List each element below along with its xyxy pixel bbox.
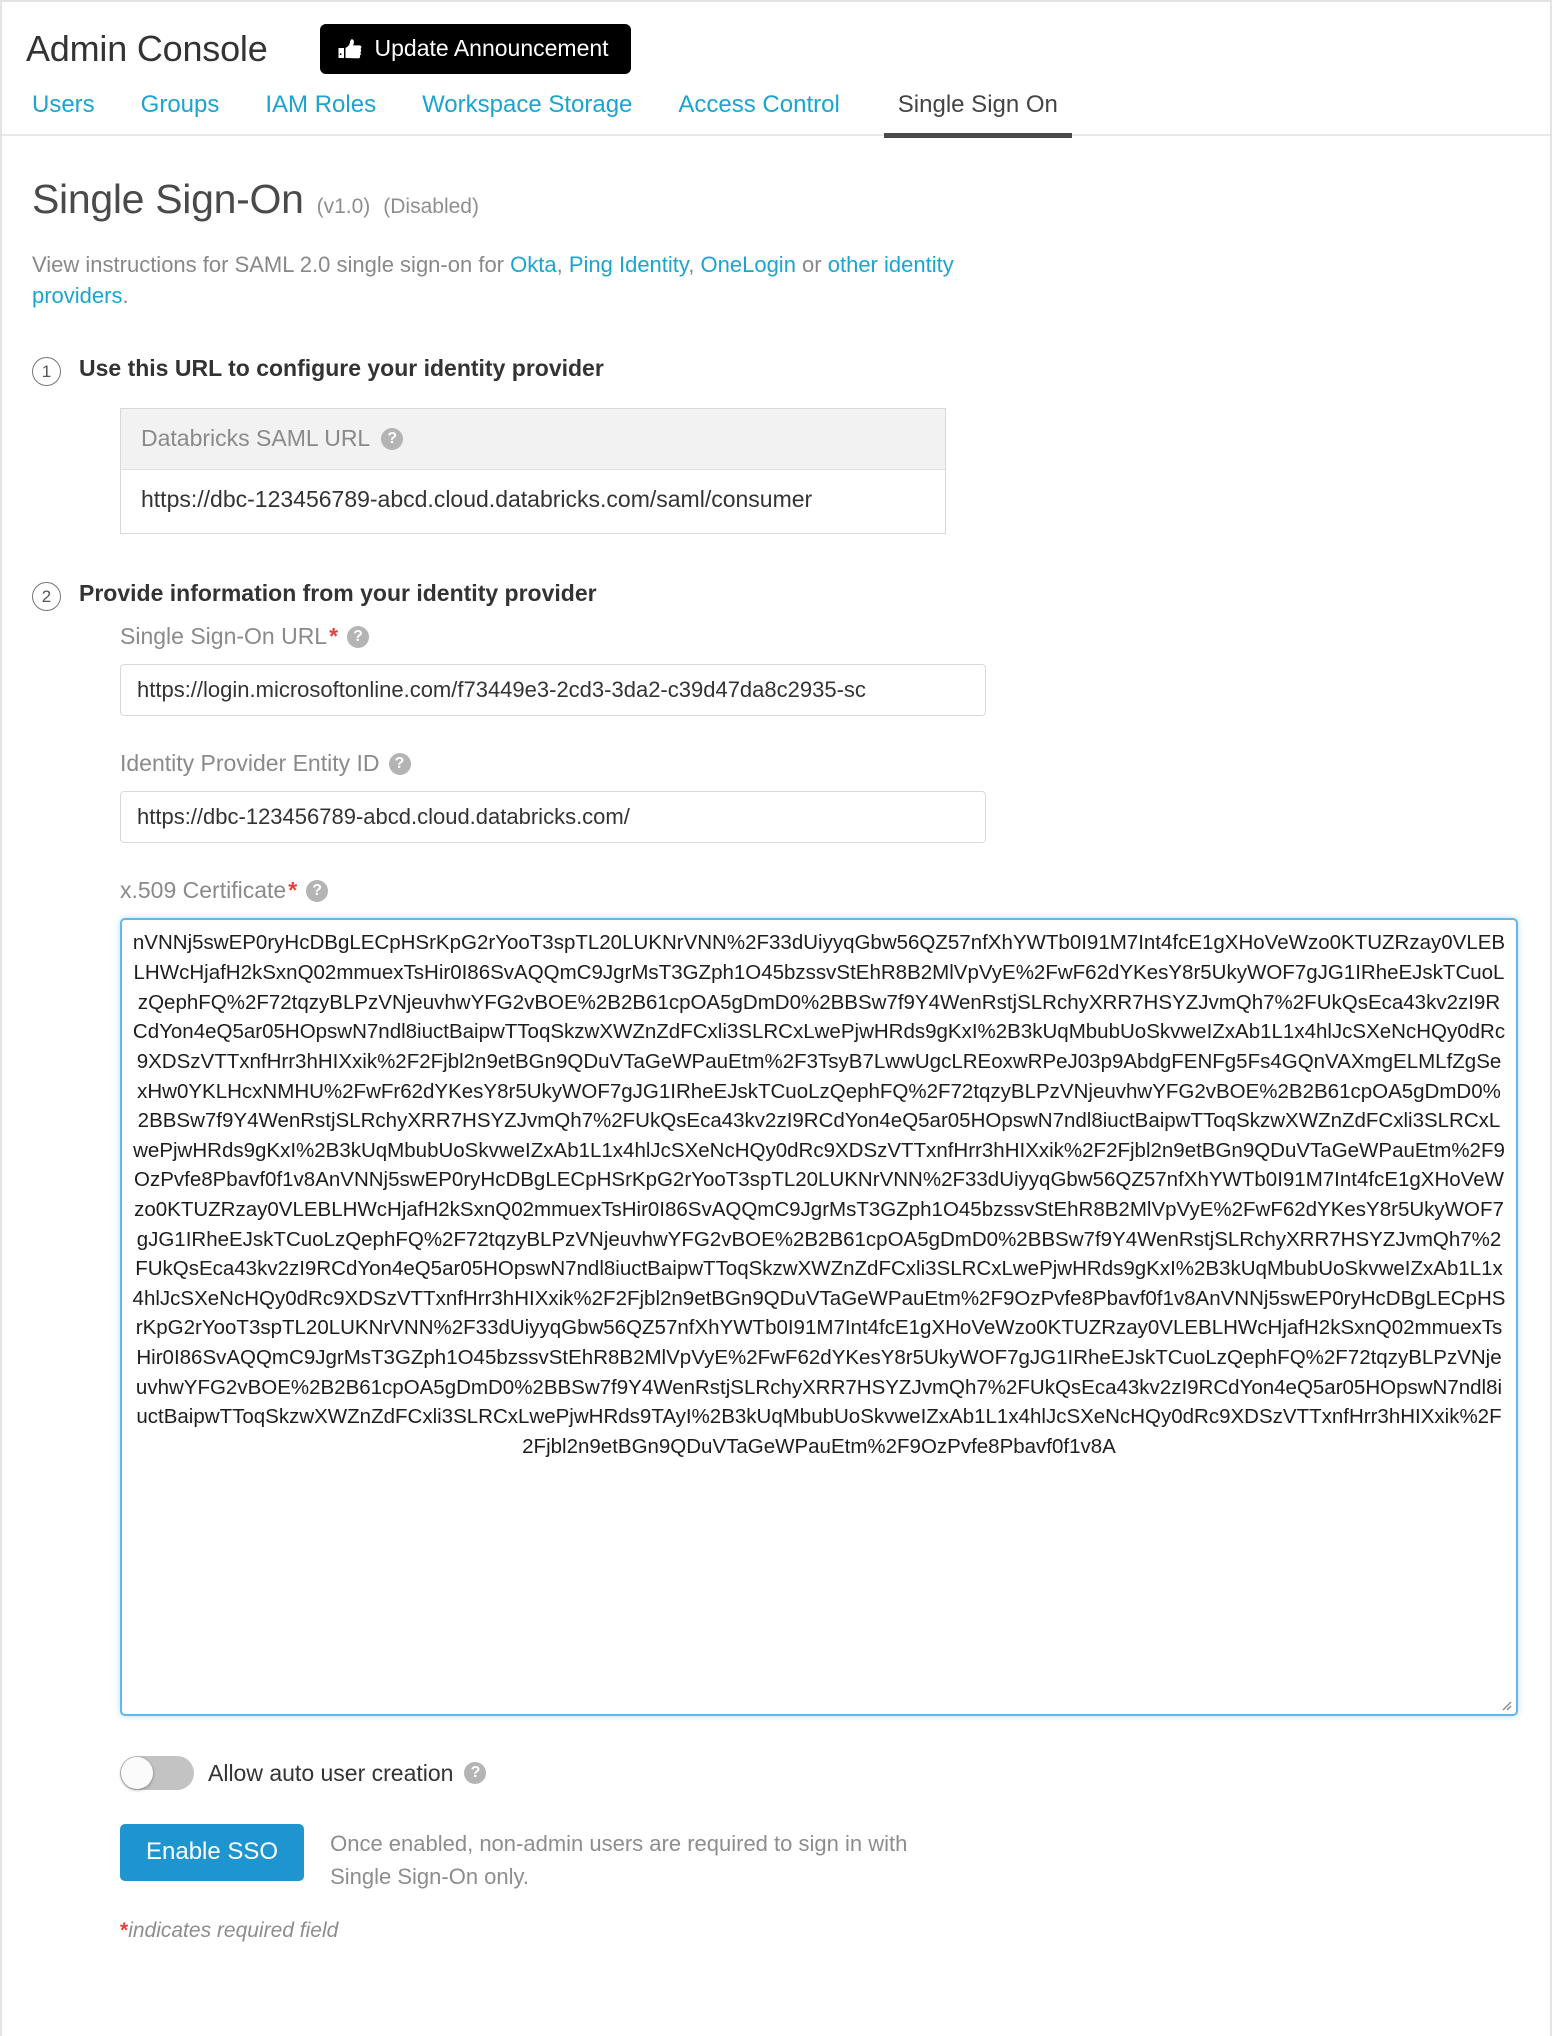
step-2: 2 Provide information from your identity…: [32, 580, 1550, 612]
intro-text: View instructions for SAML 2.0 single si…: [32, 249, 982, 311]
databricks-saml-url-label: Databricks SAML URL: [141, 425, 371, 452]
allow-auto-user-creation-label: Allow auto user creation ?: [208, 1759, 487, 1787]
identity-provider-entity-id-input[interactable]: [120, 791, 986, 844]
step-1-number: 1: [32, 357, 61, 387]
step-1-label: Use this URL to configure your identity …: [79, 355, 604, 382]
databricks-saml-url-value: https://dbc-123456789-abcd.cloud.databri…: [121, 470, 945, 534]
link-okta[interactable]: Okta: [510, 252, 556, 277]
step-1-body: Databricks SAML URL ? https://dbc-123456…: [32, 408, 1550, 535]
enable-sso-button[interactable]: Enable SSO: [120, 1824, 305, 1882]
tab-access-control[interactable]: Access Control: [678, 93, 839, 138]
help-icon[interactable]: ?: [306, 879, 329, 902]
page-title-row: Single Sign-On (v1.0) (Disabled): [32, 176, 1550, 223]
intro-suffix: .: [122, 283, 129, 309]
field-single-sign-on-url: Single Sign-On URL * ?: [120, 623, 1550, 717]
enable-sso-note-line-2: Single Sign-On only.: [330, 1864, 530, 1890]
enable-sso-row: Enable SSO Once enabled, non-admin users…: [120, 1824, 1550, 1893]
intro-sep-1: ,: [556, 252, 569, 277]
link-onelogin[interactable]: OneLogin: [701, 252, 796, 277]
databricks-saml-url-box: Databricks SAML URL ? https://dbc-123456…: [120, 408, 946, 535]
update-announcement-label: Update Announcement: [374, 35, 609, 61]
x509-certificate-label-text: x.509 Certificate: [120, 877, 287, 904]
help-icon[interactable]: ?: [464, 1762, 487, 1785]
console-title: Admin Console: [26, 28, 268, 69]
required-indicator: *: [288, 877, 298, 904]
databricks-saml-url-header: Databricks SAML URL ?: [121, 409, 945, 471]
help-icon[interactable]: ?: [388, 752, 411, 775]
x509-certificate-label: x.509 Certificate * ?: [120, 877, 1550, 904]
allow-auto-user-creation-row: Allow auto user creation ?: [120, 1756, 1550, 1791]
required-field-note: *indicates required field: [120, 1919, 1550, 1943]
allow-auto-user-creation-label-text: Allow auto user creation: [208, 1759, 454, 1786]
tab-iam-roles[interactable]: IAM Roles: [265, 93, 376, 138]
admin-console-page: Admin Console Update Announcement Users …: [0, 0, 1552, 2036]
single-sign-on-url-label-text: Single Sign-On URL: [120, 623, 328, 650]
step-1: 1 Use this URL to configure your identit…: [32, 355, 1550, 387]
link-ping-identity[interactable]: Ping Identity: [569, 252, 688, 277]
identity-provider-entity-id-label: Identity Provider Entity ID ?: [120, 750, 1550, 777]
page-title: Single Sign-On: [32, 176, 304, 222]
x509-certificate-wrapper: nVNNj5swEP0ryHcDBgLECpHSrKpG2rYooT3spTL2…: [120, 918, 1518, 1717]
single-sign-on-url-label: Single Sign-On URL * ?: [120, 623, 1550, 650]
tab-bar: Users Groups IAM Roles Workspace Storage…: [2, 74, 1550, 138]
intro-prefix: View instructions for SAML 2.0 single si…: [32, 252, 511, 277]
x509-certificate-textarea[interactable]: nVNNj5swEP0ryHcDBgLECpHSrKpG2rYooT3spTL2…: [120, 918, 1518, 1717]
field-identity-provider-entity-id: Identity Provider Entity ID ?: [120, 750, 1550, 844]
page-status: (Disabled): [383, 195, 479, 218]
required-indicator: *: [120, 1919, 129, 1943]
required-field-note-text: indicates required field: [128, 1919, 339, 1943]
field-x509-certificate: x.509 Certificate * ? nVNNj5swEP0ryHcDBgL…: [120, 877, 1550, 1717]
tab-single-sign-on[interactable]: Single Sign On: [883, 93, 1072, 138]
intro-sep-2: ,: [688, 252, 701, 277]
update-announcement-button[interactable]: Update Announcement: [319, 24, 631, 74]
help-icon[interactable]: ?: [347, 625, 370, 648]
thumbs-up-icon: [338, 38, 362, 60]
help-icon[interactable]: ?: [381, 427, 404, 450]
page-header: Admin Console Update Announcement: [2, 2, 1550, 74]
enable-sso-note-line-1: Once enabled, non-admin users are requir…: [330, 1831, 908, 1857]
required-indicator: *: [329, 623, 339, 650]
enable-sso-note: Once enabled, non-admin users are requir…: [330, 1824, 907, 1893]
main-content: Single Sign-On (v1.0) (Disabled) View in…: [2, 136, 1550, 1943]
tab-users[interactable]: Users: [32, 93, 95, 138]
tab-workspace-storage[interactable]: Workspace Storage: [422, 93, 632, 138]
step-2-body: Single Sign-On URL* ? Identity Provider …: [32, 623, 1550, 1943]
step-2-number: 2: [32, 582, 61, 612]
single-sign-on-url-input[interactable]: [120, 664, 986, 717]
intro-mid: or: [795, 252, 828, 277]
page-version: (v1.0): [316, 195, 371, 218]
toggle-knob: [121, 1757, 153, 1790]
identity-provider-entity-id-label-text: Identity Provider Entity ID: [120, 750, 380, 777]
tab-groups[interactable]: Groups: [141, 93, 220, 138]
allow-auto-user-creation-toggle[interactable]: [120, 1756, 194, 1791]
step-2-label: Provide information from your identity p…: [79, 580, 597, 607]
